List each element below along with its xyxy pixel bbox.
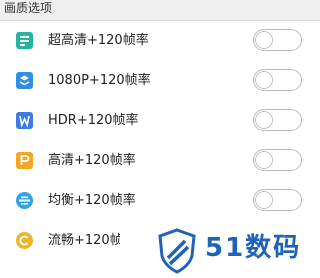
- option-label: HDR+120帧率: [48, 113, 139, 128]
- section-title: 画质选项: [4, 1, 53, 15]
- ultra-hd-toggle[interactable]: [253, 29, 302, 51]
- hd-toggle[interactable]: [253, 149, 302, 171]
- quality-option-1080p[interactable]: 1080P+120帧率: [0, 63, 320, 103]
- ultra-hd-icon: [16, 32, 33, 49]
- toggle-knob: [255, 31, 273, 49]
- quality-option-balanced[interactable]: 均衡+120帧率: [0, 183, 320, 223]
- toggle-knob: [255, 191, 273, 209]
- 1080p-toggle[interactable]: [253, 69, 302, 91]
- hd-icon: [16, 152, 33, 169]
- watermark-logo-icon: [157, 228, 197, 274]
- toggle-knob: [255, 151, 273, 169]
- option-label: 均衡+120帧率: [48, 193, 136, 208]
- toggle-knob: [255, 71, 273, 89]
- hdr-toggle[interactable]: [253, 109, 302, 131]
- quality-option-hdr[interactable]: HDR+120帧率: [0, 103, 320, 143]
- balanced-toggle[interactable]: [253, 189, 302, 211]
- smooth-icon: [16, 232, 33, 249]
- hdr-icon: [16, 112, 33, 129]
- option-label: 高清+120帧率: [48, 153, 136, 168]
- option-label: 超高清+120帧率: [48, 33, 149, 48]
- quality-option-ultra-hd[interactable]: 超高清+120帧率: [0, 23, 320, 63]
- watermark-text: 51数码: [205, 233, 302, 263]
- toggle-knob: [255, 111, 273, 129]
- balanced-icon: [16, 192, 33, 209]
- section-header: 画质选项: [0, 0, 320, 21]
- quality-option-hd[interactable]: 高清+120帧率: [0, 143, 320, 183]
- option-label: 1080P+120帧率: [48, 73, 151, 88]
- 1080p-icon: [16, 72, 33, 89]
